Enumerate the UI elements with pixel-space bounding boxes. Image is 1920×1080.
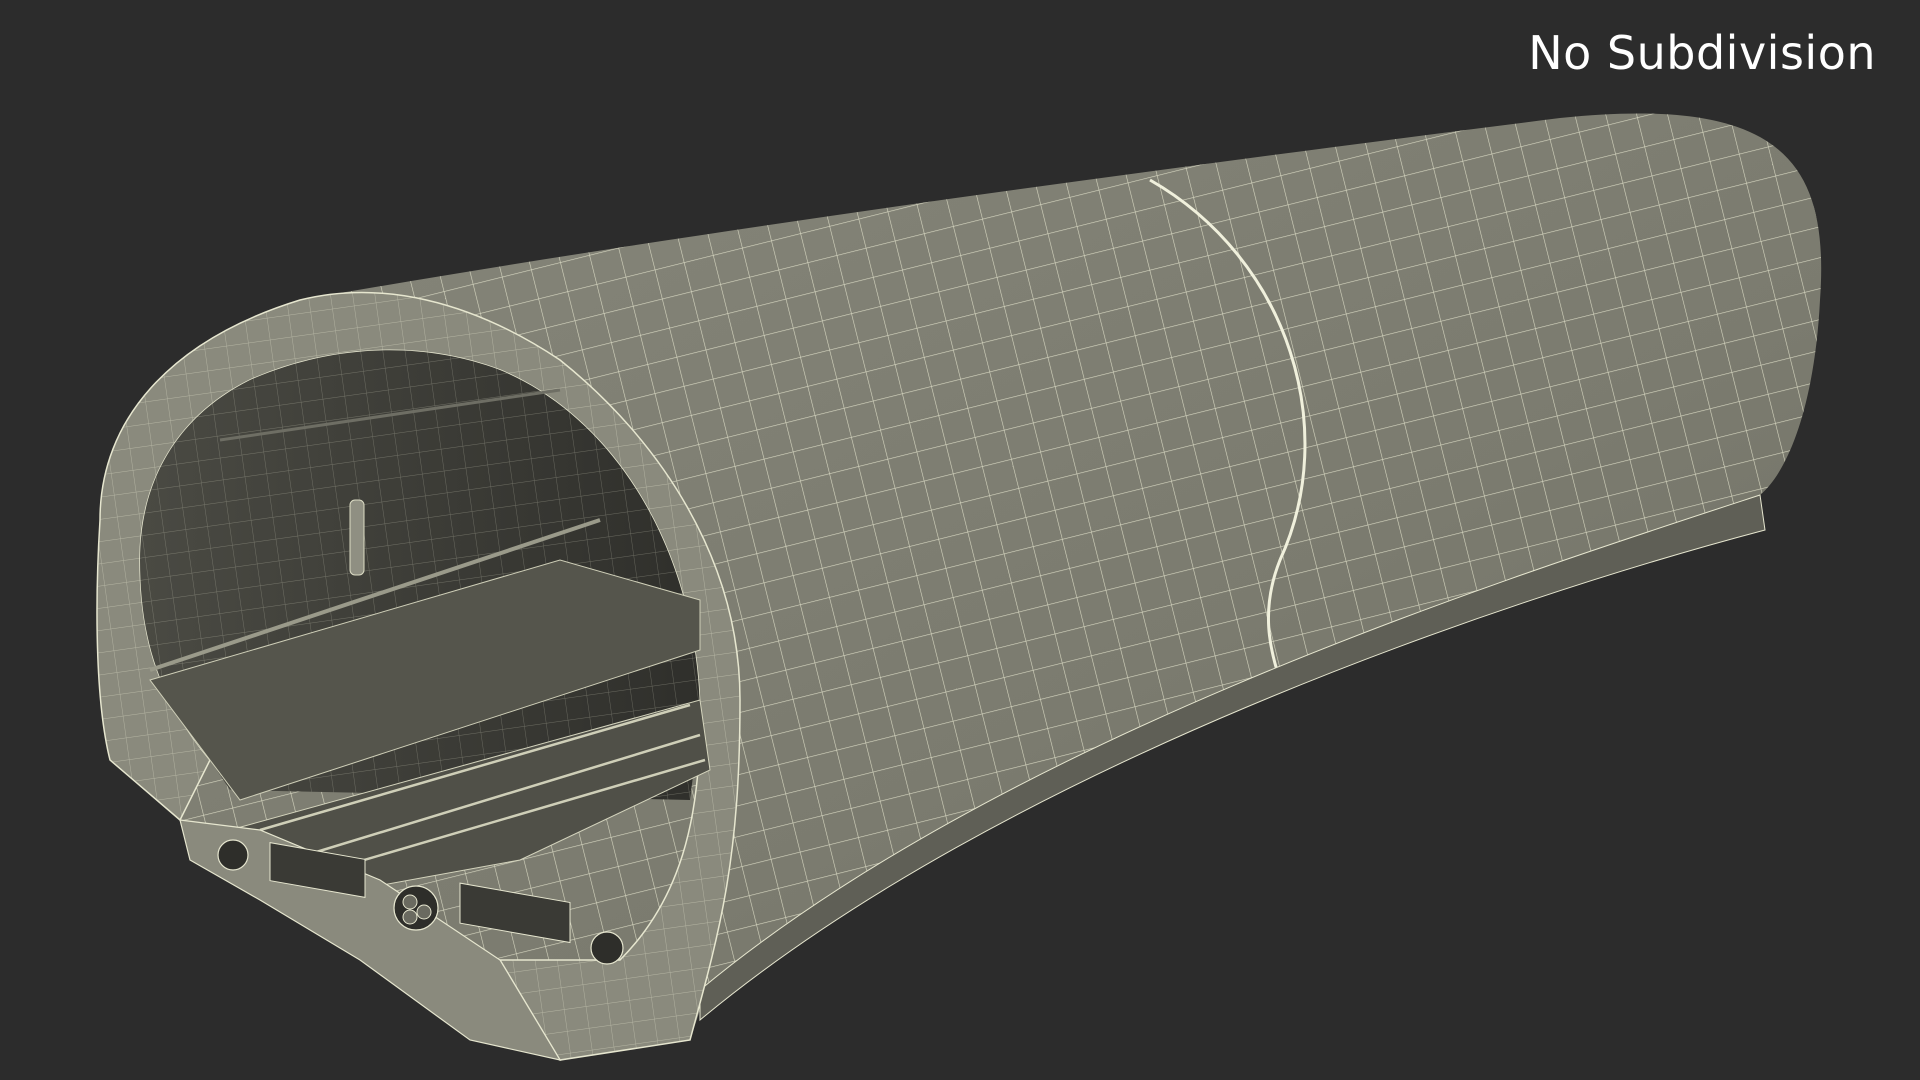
drain-pipe-center-inner-a (402, 894, 418, 910)
drain-pipe-right (590, 931, 624, 965)
drain-pipe-left (217, 839, 249, 871)
light-fixture (349, 499, 365, 576)
drain-pipe-center-inner-c (402, 909, 418, 925)
drain-pipe-center-inner-b (416, 904, 432, 920)
subdivision-label: No Subdivision (1528, 26, 1876, 80)
tunnel-model-viewport (96, 113, 1822, 1061)
drain-pipe-center (393, 885, 439, 931)
